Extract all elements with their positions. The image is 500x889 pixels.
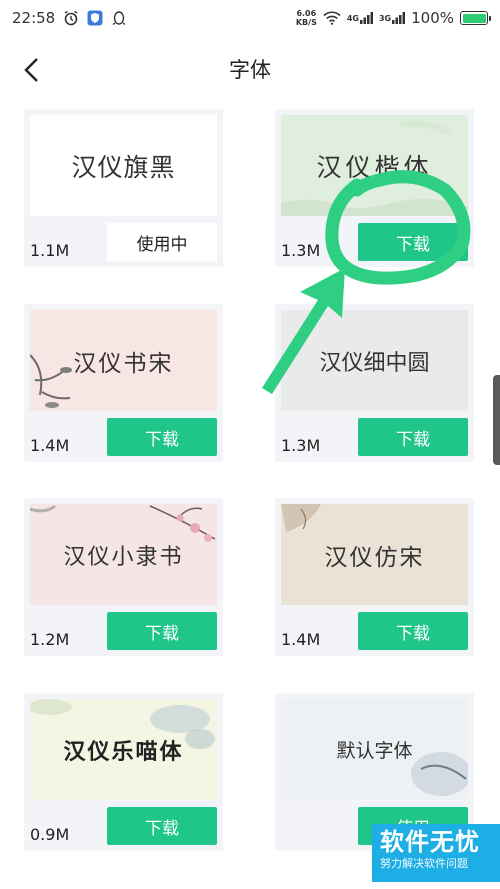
download-button[interactable]: 下载	[358, 223, 468, 261]
font-size-label: 1.3M	[281, 436, 321, 455]
watermark-title: 软件无忧	[380, 828, 480, 856]
font-preview-name: 汉仪细中圆	[319, 350, 430, 376]
font-size-label: 1.3M	[281, 241, 321, 260]
back-button[interactable]	[12, 50, 52, 90]
font-preview[interactable]: 默认字体	[281, 699, 468, 800]
shield-app-icon	[87, 10, 103, 26]
font-size-label: 1.1M	[30, 241, 70, 260]
network-speed: 6.06 KB/S	[295, 9, 317, 27]
download-button[interactable]: 下载	[107, 612, 217, 650]
battery-percent: 100%	[411, 9, 454, 27]
alarm-icon	[63, 10, 79, 26]
watermark-subtitle: 努力解决软件问题	[380, 857, 468, 870]
page-title: 字体	[229, 58, 271, 82]
font-card-xiaolishu: 汉仪小隶书 1.2M 下载	[24, 498, 223, 656]
battery-icon	[460, 11, 491, 25]
qq-penguin-icon	[111, 10, 127, 26]
font-size-label: 1.4M	[30, 436, 70, 455]
font-preview-name: 汉仪旗黑	[71, 152, 176, 182]
font-size-label: 0.9M	[30, 825, 70, 844]
wifi-icon	[323, 11, 341, 25]
download-button[interactable]: 下载	[358, 612, 468, 650]
font-preview-name: 汉仪仿宋	[324, 544, 425, 571]
app-header: 字体	[0, 40, 500, 98]
font-size-label: 1.4M	[281, 630, 321, 649]
site-watermark: 软件无忧 努力解决软件问题	[372, 824, 500, 882]
font-preview[interactable]: 汉仪乐喵体	[30, 699, 217, 800]
edge-drag-handle[interactable]	[493, 375, 500, 465]
font-card-shusong: 汉仪书宋 1.4M 下载	[24, 304, 223, 462]
clock-time: 22:58	[12, 9, 56, 27]
font-size-label: 1.2M	[30, 630, 70, 649]
font-preview-name: 汉仪书宋	[73, 350, 174, 377]
font-preview[interactable]: 汉仪仿宋	[281, 504, 468, 605]
font-card-qihei: 汉仪旗黑 1.1M 使用中	[24, 109, 223, 267]
status-bar: 22:58 6.06 KB/S 4G 3G 100%	[0, 0, 500, 36]
in-use-button[interactable]: 使用中	[107, 223, 217, 261]
font-preview[interactable]: 汉仪小隶书	[30, 504, 217, 605]
font-card-lemiaoti: 汉仪乐喵体 0.9M 下载	[24, 693, 223, 851]
download-button[interactable]: 下载	[107, 807, 217, 845]
font-preview-name: 汉仪乐喵体	[63, 739, 184, 765]
download-button[interactable]: 下载	[358, 418, 468, 456]
font-card-fangsong: 汉仪仿宋 1.4M 下载	[275, 498, 474, 656]
signal-4g-icon: 4G	[347, 11, 373, 25]
font-preview[interactable]: 汉仪书宋	[30, 310, 217, 411]
font-card-kaiti: 汉仪楷体 1.3M 下载	[275, 109, 474, 267]
font-preview-name: 汉仪小隶书	[63, 544, 184, 570]
download-button[interactable]: 下载	[107, 418, 217, 456]
font-preview-name: 默认字体	[336, 740, 413, 762]
font-card-xizhongyuan: 汉仪细中圆 1.3M 下载	[275, 304, 474, 462]
font-preview[interactable]: 汉仪细中圆	[281, 310, 468, 411]
chevron-left-icon	[24, 58, 38, 82]
font-preview[interactable]: 汉仪旗黑	[30, 115, 217, 216]
font-preview[interactable]: 汉仪楷体	[281, 115, 468, 216]
font-preview-name: 汉仪楷体	[316, 152, 433, 182]
signal-3g-icon: 3G	[379, 11, 406, 25]
